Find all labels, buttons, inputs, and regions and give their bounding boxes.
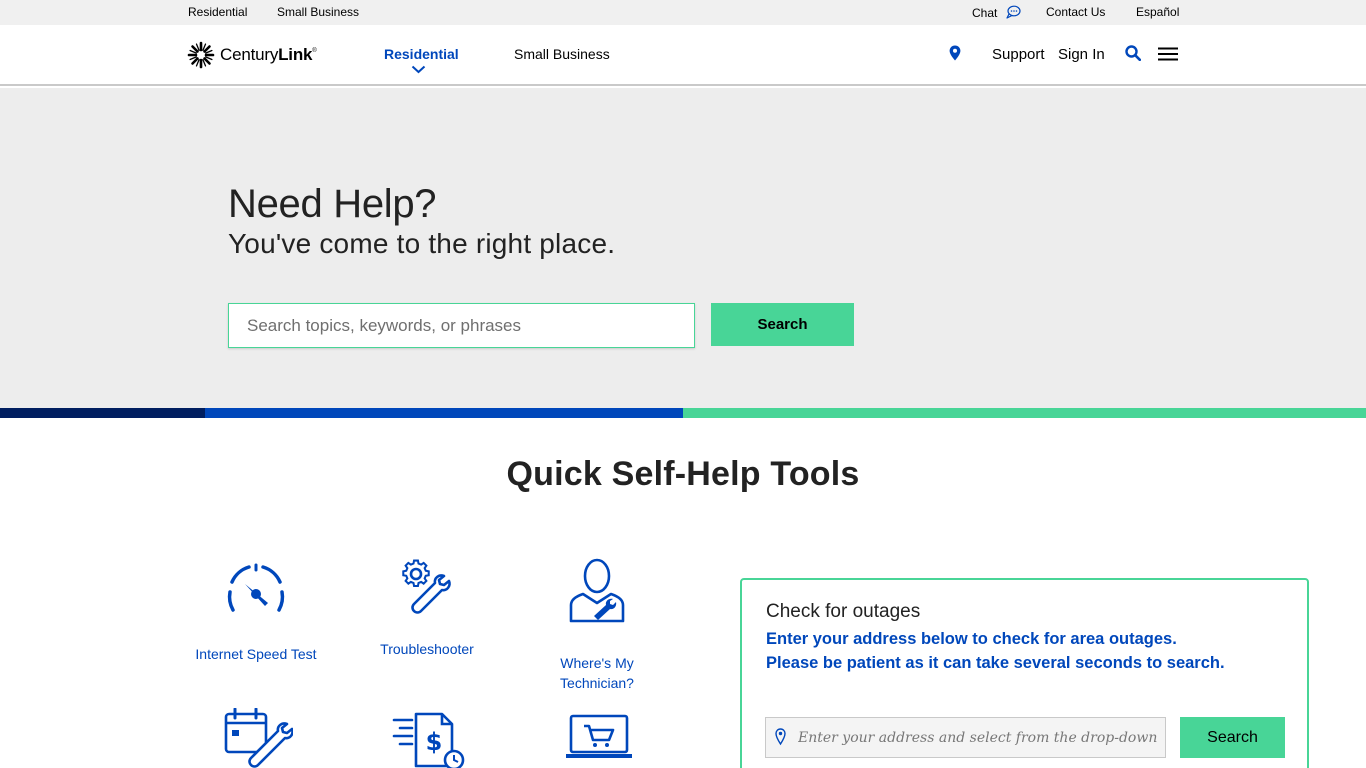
utility-link-small-business[interactable]: Small Business <box>277 5 359 19</box>
logo-wordmark: CenturyLink® <box>220 45 317 65</box>
tools-section-title: Quick Self-Help Tools <box>506 455 860 493</box>
tool-internet-speed-test[interactable]: Internet Speed Test <box>186 562 326 664</box>
search-icon[interactable] <box>1125 45 1141 61</box>
bill-pay-icon: $ <box>392 712 464 768</box>
outage-address-input[interactable] <box>798 718 1158 757</box>
outage-address-field[interactable] <box>765 717 1166 758</box>
utility-link-contact-us[interactable]: Contact Us <box>1046 5 1105 19</box>
tool-label: Where's My Technician? <box>560 655 634 691</box>
tool-label: Internet Speed Test <box>195 646 317 662</box>
hero-section: Need Help? You've come to the right plac… <box>0 88 1366 408</box>
tool-label: Troubleshooter <box>380 641 474 657</box>
help-search-button[interactable]: Search <box>711 303 854 346</box>
logo-text-bold: Link <box>278 45 313 64</box>
tool-schedule-appointment[interactable] <box>222 708 294 768</box>
utility-link-espanol[interactable]: Español <box>1136 5 1179 19</box>
technician-icon <box>569 558 625 623</box>
outage-card-title: Check for outages <box>766 601 921 622</box>
stripe-navy <box>0 408 205 418</box>
centurylink-logo-icon <box>187 41 215 69</box>
logo-text-regular: Century <box>220 45 279 64</box>
chat-label: Chat <box>972 6 998 20</box>
outage-description-line: Please be patient as it can take several… <box>766 654 1225 672</box>
nav-small-business[interactable]: Small Business <box>514 46 610 62</box>
utility-link-chat[interactable]: Chat <box>972 5 1021 20</box>
page-subtitle: You've come to the right place. <box>228 228 616 259</box>
tool-pay-bill[interactable]: $ <box>391 712 466 768</box>
sign-in-link[interactable]: Sign In <box>1058 46 1105 63</box>
tool-troubleshooter[interactable]: Troubleshooter <box>362 557 492 659</box>
location-pin-icon[interactable] <box>949 45 961 61</box>
outage-check-card: Check for outages Enter your address bel… <box>740 578 1309 768</box>
tool-wheres-my-technician[interactable]: Where's My Technician? <box>537 557 657 693</box>
speedometer-icon <box>227 563 285 612</box>
outage-card-description: Enter your address below to check for ar… <box>766 627 1296 675</box>
location-pin-icon <box>775 728 786 746</box>
hamburger-menu-icon[interactable] <box>1158 47 1178 61</box>
stripe-green <box>683 408 1366 418</box>
utility-bar: Residential Small Business Chat Contact … <box>0 0 1366 25</box>
calendar-wrench-icon <box>224 708 293 768</box>
help-search-input[interactable] <box>228 303 695 348</box>
centurylink-logo[interactable]: CenturyLink® <box>187 41 317 69</box>
main-header: CenturyLink® Residential Small Business … <box>0 25 1366 86</box>
outage-search-button[interactable]: Search <box>1180 717 1285 758</box>
stripe-blue <box>205 408 683 418</box>
utility-link-residential[interactable]: Residential <box>188 5 247 19</box>
shopping-cart-laptop-icon <box>566 714 632 758</box>
chat-icon <box>1006 5 1021 19</box>
logo-registered-mark: ® <box>312 48 317 54</box>
svg-text:$: $ <box>425 728 442 756</box>
chevron-down-icon <box>411 65 426 74</box>
nav-residential[interactable]: Residential <box>384 46 459 62</box>
outage-description-line: Enter your address below to check for ar… <box>766 630 1177 648</box>
support-link[interactable]: Support <box>992 46 1045 63</box>
tool-shop[interactable] <box>563 714 635 762</box>
gear-wrench-icon <box>402 559 451 614</box>
page-title: Need Help? <box>228 182 437 226</box>
